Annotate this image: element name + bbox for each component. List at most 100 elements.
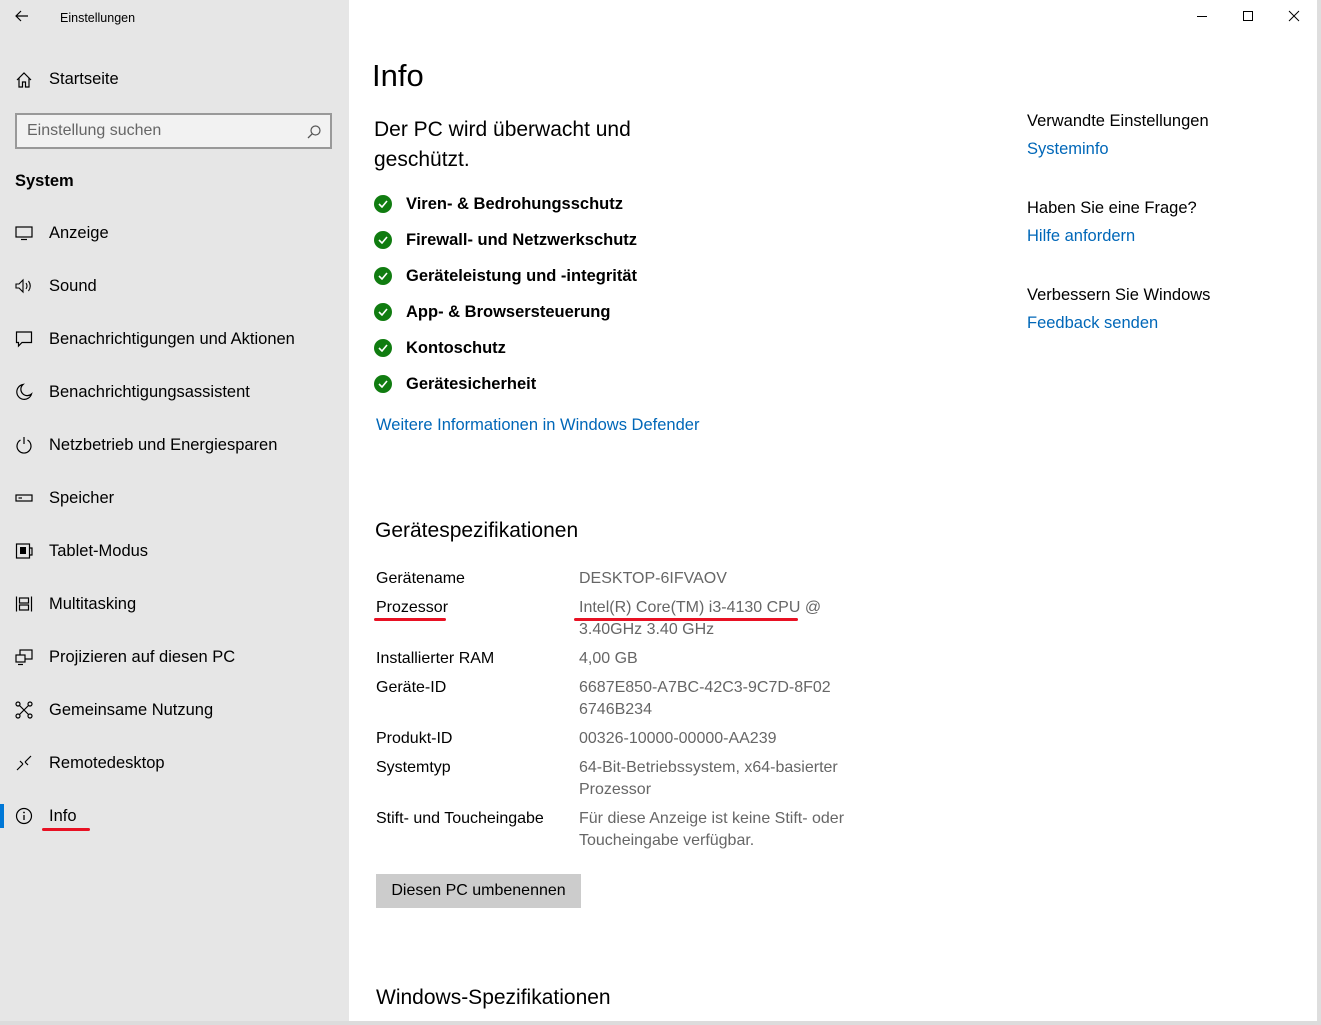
minimize-button[interactable]	[1179, 0, 1225, 32]
check-label: Gerätesicherheit	[406, 374, 537, 393]
spec-value: DESKTOP-6IFVAOV	[579, 570, 727, 587]
related-group: Haben Sie eine Frage? Hilfe anfordern	[1027, 199, 1307, 246]
sidebar-item-label: Benachrichtigungsassistent	[49, 383, 250, 401]
security-checks: Viren- & Bedrohungsschutz Firewall- und …	[374, 188, 637, 404]
multitasking-icon	[14, 594, 34, 614]
red-underline-annotation	[42, 828, 90, 831]
spec-key: Systemtyp	[376, 759, 451, 776]
sidebar-item-label: Sound	[49, 277, 97, 295]
check-row: Geräteleistung und -integrität	[374, 260, 637, 296]
spec-row-stift-touch: Stift- und Toucheingabe Für diese Anzeig…	[376, 808, 896, 852]
checkmark-icon	[374, 375, 392, 393]
sidebar-item-label: Anzeige	[49, 224, 109, 242]
nav-home[interactable]: Startseite	[0, 62, 349, 98]
check-label: Firewall- und Netzwerkschutz	[406, 230, 638, 249]
spec-key: Geräte-ID	[376, 679, 447, 696]
spec-row-geraete-id: Geräte-ID 6687E850-A7BC-42C3-9C7D-8F0267…	[376, 677, 896, 721]
remote-icon	[14, 753, 34, 773]
sidebar-item-benachrichtigungen[interactable]: Benachrichtigungen und Aktionen	[0, 313, 349, 366]
check-row: Firewall- und Netzwerkschutz	[374, 224, 637, 260]
nav-home-label: Startseite	[49, 70, 119, 88]
spec-key: Installierter RAM	[376, 650, 495, 667]
check-label: Viren- & Bedrohungsschutz	[406, 194, 623, 213]
sidebar-item-anzeige[interactable]: Anzeige	[0, 207, 349, 260]
checkmark-icon	[374, 195, 392, 213]
spec-row-prozessor: Prozessor Intel(R) Core(TM) i3-4130 CPU …	[374, 597, 896, 641]
close-icon	[1288, 10, 1300, 22]
maximize-button[interactable]	[1225, 0, 1271, 32]
spec-key: Gerätename	[376, 570, 465, 587]
checkmark-icon	[374, 339, 392, 357]
home-icon	[14, 70, 34, 90]
get-help-link[interactable]: Hilfe anfordern	[1027, 227, 1135, 245]
app-title: Einstellungen	[60, 11, 136, 25]
checkmark-icon	[374, 303, 392, 321]
sidebar-item-label: Speicher	[49, 489, 115, 507]
defender-info-link[interactable]: Weitere Informationen in Windows Defende…	[376, 416, 699, 435]
rename-pc-button[interactable]: Diesen PC umbenennen	[376, 874, 581, 908]
sidebar-item-label: Gemeinsame Nutzung	[49, 701, 214, 719]
info-icon	[14, 806, 34, 826]
sidebar-item-netzbetrieb[interactable]: Netzbetrieb und Energiesparen	[0, 419, 349, 472]
sidebar-item-sound[interactable]: Sound	[0, 260, 349, 313]
search-input[interactable]	[27, 122, 297, 140]
device-spec-title: Gerätespezifikationen	[375, 519, 579, 542]
storage-icon	[14, 488, 34, 508]
feedback-link[interactable]: Feedback senden	[1027, 314, 1158, 332]
search-icon[interactable]	[306, 124, 322, 140]
moon-icon	[14, 382, 34, 402]
sidebar-item-projizieren[interactable]: Projizieren auf diesen PC	[0, 631, 349, 684]
sidebar-item-multitasking[interactable]: Multitasking	[0, 578, 349, 631]
checkmark-icon	[374, 231, 392, 249]
spec-row-systemtyp: Systemtyp 64-Bit-Betriebssystem, x64-bas…	[376, 757, 896, 801]
main-content: Info Der PC wird überwacht und geschützt…	[349, 0, 1317, 1025]
sidebar-item-label: Netzbetrieb und Energiesparen	[49, 436, 278, 454]
window-controls	[1179, 0, 1317, 32]
monitor-icon	[14, 223, 34, 243]
sidebar-item-label: Info	[49, 807, 77, 825]
related-heading: Verbessern Sie Windows	[1027, 286, 1211, 304]
sidebar-item-tablet-modus[interactable]: Tablet-Modus	[0, 525, 349, 578]
search-box[interactable]	[15, 113, 332, 149]
check-label: App- & Browsersteuerung	[406, 302, 611, 321]
window-border-bottom	[0, 1021, 1321, 1025]
systeminfo-link[interactable]: Systeminfo	[1027, 140, 1109, 158]
page-title: Info	[372, 58, 424, 93]
red-underline-annotation	[574, 618, 798, 621]
power-icon	[14, 435, 34, 455]
sidebar-item-info[interactable]: Info	[0, 790, 349, 843]
related-heading: Verwandte Einstellungen	[1027, 112, 1209, 130]
related-group: Verwandte Einstellungen Systeminfo	[1027, 112, 1307, 159]
speaker-icon	[14, 276, 34, 296]
device-spec-table: Gerätename DESKTOP-6IFVAOV Prozessor Int…	[374, 568, 896, 859]
minimize-icon	[1197, 16, 1207, 17]
message-icon	[14, 329, 34, 349]
spec-value: 64-Bit-Betriebssystem, x64-basierter Pro…	[579, 759, 838, 798]
back-button[interactable]	[8, 2, 36, 30]
sidebar-item-gemeinsame-nutzung[interactable]: Gemeinsame Nutzung	[0, 684, 349, 737]
sidebar-item-label: Projizieren auf diesen PC	[49, 648, 236, 666]
share-icon	[14, 700, 34, 720]
spec-value: 00326-10000-00000-AA239	[579, 730, 777, 747]
window-border-right	[1317, 0, 1321, 1025]
check-row: Viren- & Bedrohungsschutz	[374, 188, 637, 224]
spec-key: Produkt-ID	[376, 730, 453, 747]
sidebar-item-speicher[interactable]: Speicher	[0, 472, 349, 525]
check-label: Kontoschutz	[406, 338, 506, 357]
nav-list: Anzeige Sound Benachrichtigungen und Akt…	[0, 207, 349, 843]
spec-value: 6687E850-A7BC-42C3-9C7D-8F026746B234	[579, 679, 831, 718]
sidebar-item-benachrichtigungsassistent[interactable]: Benachrichtigungsassistent	[0, 366, 349, 419]
close-button[interactable]	[1271, 0, 1317, 32]
sidebar-item-label: Multitasking	[49, 595, 137, 613]
sidebar: Einstellungen Startseite System Anzeige …	[0, 0, 349, 1025]
check-row: Kontoschutz	[374, 332, 637, 368]
spec-row-geraetename: Gerätename DESKTOP-6IFVAOV	[376, 568, 896, 590]
related-settings-panel: Verwandte Einstellungen Systeminfo Haben…	[1027, 112, 1307, 373]
sidebar-item-label: Remotedesktop	[49, 754, 165, 772]
maximize-icon	[1243, 11, 1253, 21]
windows-spec-title: Windows-Spezifikationen	[376, 986, 611, 1009]
check-row: Gerätesicherheit	[374, 368, 637, 404]
sidebar-item-remotedesktop[interactable]: Remotedesktop	[0, 737, 349, 790]
title-bar: Einstellungen	[0, 0, 349, 34]
red-underline-annotation	[374, 618, 446, 621]
